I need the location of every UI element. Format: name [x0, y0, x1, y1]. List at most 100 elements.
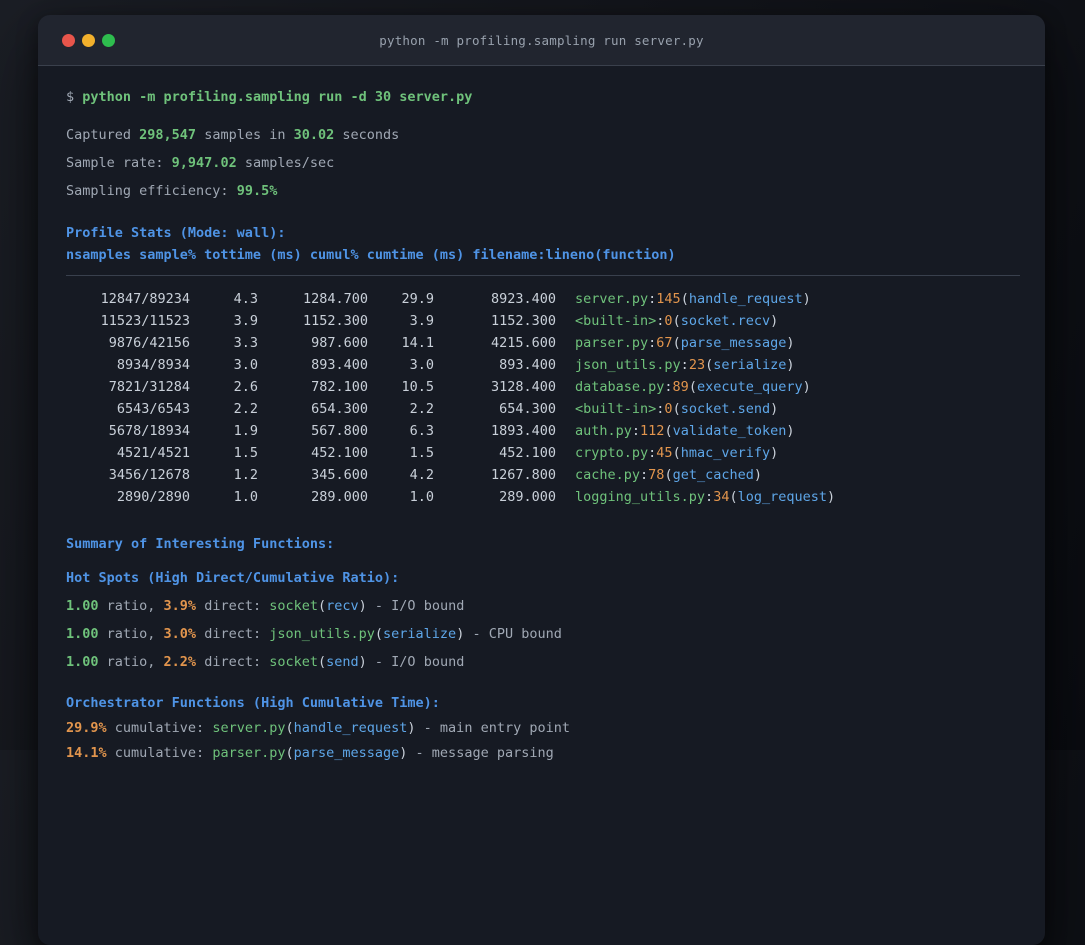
- sample-pct-cell: 1.0: [233, 489, 258, 505]
- sample-rate-label: Sample rate:: [66, 155, 172, 171]
- role-note: - main entry point: [415, 720, 570, 736]
- open-paren-token: (: [664, 467, 673, 483]
- cumulative-pct-value: 29.9%: [66, 720, 107, 736]
- close-paren-token: ): [407, 720, 416, 736]
- tottime-cell: 289.000: [311, 489, 368, 505]
- module-token: server.py: [212, 720, 286, 736]
- sample-rate-unit: samples/sec: [236, 155, 335, 171]
- direct-label: direct:: [196, 626, 270, 642]
- close-paren-token: ): [770, 445, 779, 461]
- sample-rate-line: Sample rate: 9,947.02 samples/sec: [66, 153, 1020, 173]
- captured-label-mid: samples in: [196, 127, 294, 143]
- sample-pct-cell: 3.3: [233, 335, 258, 351]
- function-name-token: hmac_verify: [680, 445, 771, 461]
- open-paren-token: (: [374, 626, 384, 642]
- lineno-token: 145: [656, 291, 681, 307]
- sample-pct-cell: 1.5: [233, 445, 258, 461]
- cumul-pct-cell: 4.2: [409, 467, 434, 483]
- colon-token: :: [640, 467, 649, 483]
- open-paren-token: (: [729, 489, 738, 505]
- function-location-cell: auth.py:112(validate_token): [575, 423, 795, 439]
- table-row: 11523/11523 3.9 1152.300 3.9 1152.300 <built-…: [66, 310, 1020, 332]
- table-row: 9876/42156 3.3 987.600 14.1 4215.600 parser.p…: [66, 332, 1020, 354]
- close-paren-token: ): [827, 489, 836, 505]
- cumulative-label: cumulative:: [106, 720, 213, 736]
- hot-spots-list: 1.00 ratio, 3.9% direct: socket(recv) - …: [66, 596, 1020, 672]
- ratio-value: 1.00: [66, 654, 99, 670]
- direct-pct-value: 3.0%: [163, 626, 197, 642]
- tottime-cell: 567.800: [311, 423, 368, 439]
- orchestrator-header: Orchestrator Functions (High Cumulative …: [66, 695, 440, 711]
- cumul-pct-cell: 2.2: [409, 401, 434, 417]
- cumul-pct-cell: 1.5: [409, 445, 434, 461]
- open-paren-token: (: [705, 357, 714, 373]
- close-button[interactable]: [62, 33, 75, 47]
- direct-pct-value: 2.2%: [163, 654, 197, 670]
- function-name-token: handle_request: [688, 291, 803, 307]
- lineno-token: 89: [672, 379, 689, 395]
- tottime-cell: 1284.700: [302, 291, 368, 307]
- command-text: python -m profiling.sampling run -d 30 s…: [82, 89, 473, 105]
- cumtime-cell: 4215.600: [490, 335, 556, 351]
- captured-samples-value: 298,547: [139, 127, 197, 143]
- function-location-cell: logging_utils.py:34(log_request): [575, 489, 835, 505]
- hot-spots-header: Hot Spots (High Direct/Cumulative Ratio)…: [66, 570, 400, 586]
- minimize-button[interactable]: [82, 33, 95, 47]
- lineno-token: 67: [656, 335, 673, 351]
- close-paren-token: ): [786, 423, 795, 439]
- sample-rate-value: 9,947.02: [171, 155, 237, 171]
- module-token: socket: [269, 598, 318, 614]
- tottime-cell: 345.600: [311, 467, 368, 483]
- colon-token: :: [631, 423, 641, 439]
- cumul-pct-cell: 3.0: [409, 357, 434, 373]
- direct-label: direct:: [196, 598, 270, 614]
- function-name-token: handle_request: [293, 720, 408, 736]
- open-paren-token: (: [672, 335, 681, 351]
- cumul-pct-cell: 29.9: [401, 291, 434, 307]
- maximize-button[interactable]: [102, 33, 115, 47]
- function-location-cell: cache.py:78(get_cached): [575, 467, 762, 483]
- efficiency-value: 99.5%: [236, 183, 278, 199]
- filename-token: <built-in>: [575, 401, 657, 417]
- function-name-token: socket.recv: [680, 313, 771, 329]
- module-token: parser.py: [212, 745, 286, 761]
- module-token: json_utils.py: [269, 626, 375, 642]
- lineno-token: 0: [664, 313, 673, 329]
- terminal-body[interactable]: $ python -m profiling.sampling run -d 30…: [38, 66, 1045, 803]
- sample-pct-cell: 2.6: [233, 379, 258, 395]
- command-line: $ python -m profiling.sampling run -d 30…: [66, 87, 1020, 107]
- lineno-token: 112: [640, 423, 665, 439]
- table-row: 5678/18934 1.9 567.800 6.3 1893.400 auth.py:1…: [66, 420, 1020, 442]
- nsamples-cell: 4521/4521: [116, 445, 190, 461]
- sample-pct-cell: 3.0: [233, 357, 258, 373]
- hot-spot-line: 1.00 ratio, 3.0% direct: json_utils.py(s…: [66, 624, 1020, 644]
- function-name-token: parse_message: [293, 745, 400, 761]
- close-paren-token: ): [786, 335, 795, 351]
- summary-header: Summary of Interesting Functions:: [66, 536, 335, 552]
- function-location-cell: crypto.py:45(hmac_verify): [575, 445, 778, 461]
- open-paren-token: (: [285, 720, 294, 736]
- cumtime-cell: 1267.800: [490, 467, 556, 483]
- function-location-cell: <built-in>:0(socket.send): [575, 401, 778, 417]
- function-name-token: recv: [326, 598, 359, 614]
- table-row: 4521/4521 1.5 452.100 1.5 452.100 crypto.py:4…: [66, 442, 1020, 464]
- cumul-pct-cell: 14.1: [401, 335, 434, 351]
- ratio-label: ratio,: [98, 654, 164, 670]
- nsamples-cell: 2890/2890: [116, 489, 190, 505]
- cumul-pct-cell: 3.9: [409, 313, 434, 329]
- filename-token: crypto.py: [575, 445, 649, 461]
- close-paren-token: ): [802, 291, 811, 307]
- close-paren-token: ): [358, 598, 367, 614]
- bound-note: - I/O bound: [366, 654, 465, 670]
- function-location-cell: database.py:89(execute_query): [575, 379, 811, 395]
- function-name-token: send: [326, 654, 359, 670]
- module-token: socket: [269, 654, 318, 670]
- profile-stats-header: Profile Stats (Mode: wall):: [66, 225, 286, 241]
- filename-token: json_utils.py: [575, 357, 681, 373]
- window-title: python -m profiling.sampling run server.…: [379, 32, 704, 48]
- efficiency-label: Sampling efficiency:: [66, 183, 237, 199]
- function-name-token: serialize: [383, 626, 457, 642]
- efficiency-line: Sampling efficiency: 99.5%: [66, 181, 1020, 201]
- captured-seconds-value: 30.02: [293, 127, 335, 143]
- sample-pct-cell: 3.9: [233, 313, 258, 329]
